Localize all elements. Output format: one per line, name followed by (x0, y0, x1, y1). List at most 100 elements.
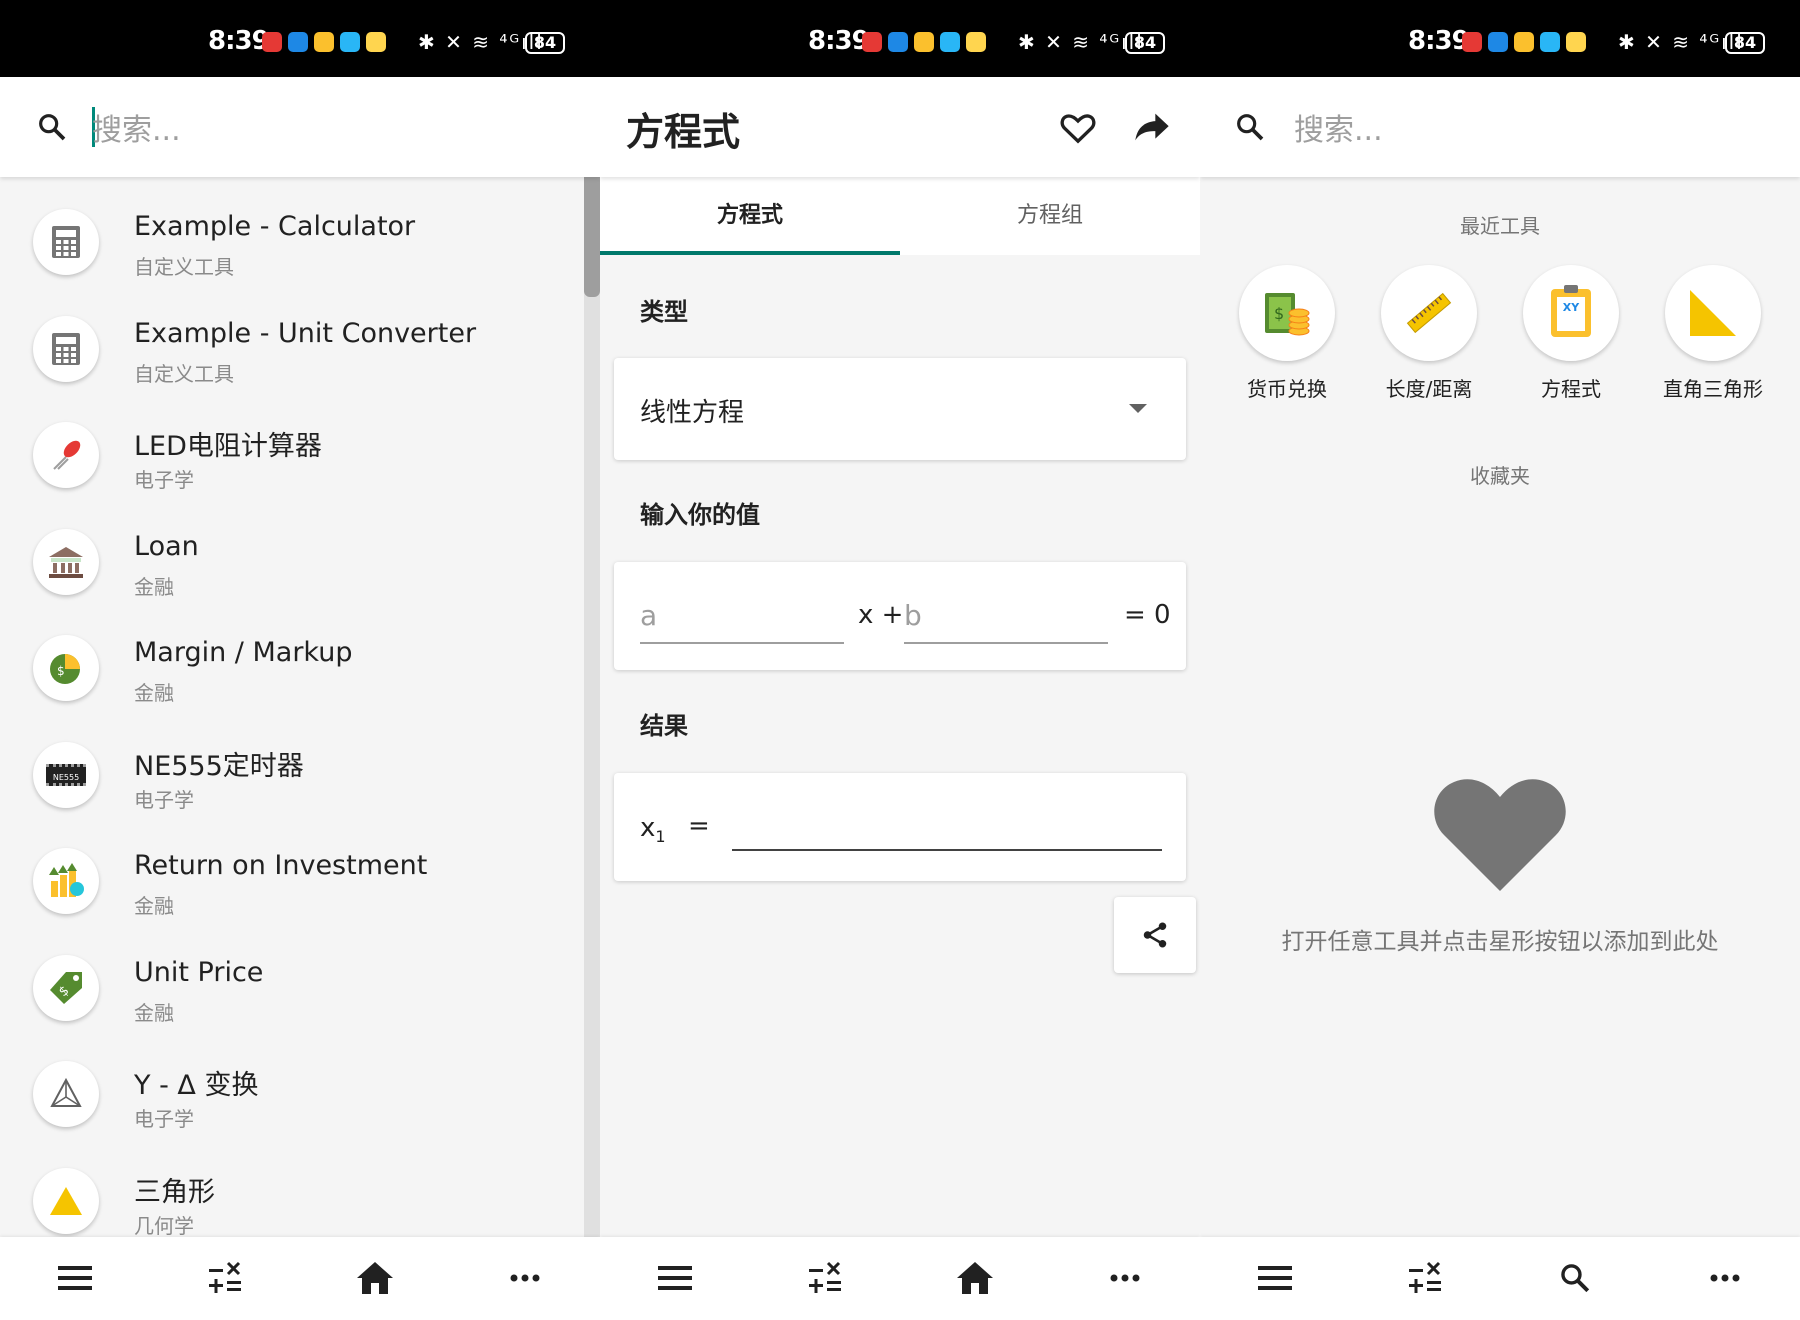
list-item-subtitle: 金融 (134, 681, 174, 705)
search-icon[interactable] (1234, 111, 1266, 143)
x-plus-label: x + (858, 600, 904, 630)
list-item[interactable]: NE555 NE555定时器 电子学 (0, 726, 600, 833)
home-icon[interactable] (952, 1255, 998, 1301)
chat-notification-icon (288, 32, 308, 52)
screenshot: 8:39 ✱ ✕ ≋ ⁴ᴳıll 84 搜索... Example - Calc… (0, 0, 1800, 1320)
search-input[interactable]: 搜索... (92, 105, 181, 149)
search-notification-icon (340, 32, 360, 52)
result-equals: = (688, 811, 710, 841)
clipboard-xy-text: XY (1557, 297, 1585, 331)
growth-icon (33, 848, 99, 914)
list-item[interactable]: $ Margin / Markup 金融 (0, 619, 600, 726)
result-variable-name: x (640, 813, 656, 843)
svg-text:$: $ (57, 664, 65, 678)
dropdown-arrow-icon (1129, 404, 1147, 413)
tab-indicator (600, 251, 900, 255)
status-bar: 8:39 ✱ ✕ ≋ ⁴ᴳıll 84 (0, 0, 600, 77)
search-bar[interactable]: 搜索... (0, 77, 600, 177)
app-notification-icon (862, 32, 882, 52)
menu-icon[interactable] (1252, 1255, 1298, 1301)
home-icon[interactable] (352, 1255, 398, 1301)
calculator-icon (33, 209, 99, 275)
mail-notification-icon (914, 32, 934, 52)
calculator-ops-icon[interactable] (202, 1255, 248, 1301)
more-icon[interactable] (1702, 1255, 1748, 1301)
tab-equation[interactable]: 方程式 (600, 177, 900, 255)
right-triangle-icon (1665, 265, 1761, 361)
equation-type-select[interactable]: 线性方程 (614, 358, 1186, 460)
app-notification-icon (262, 32, 282, 52)
recent-tool-equation[interactable]: XY 方程式 (1511, 265, 1631, 402)
search-icon[interactable] (36, 111, 68, 143)
list-item-subtitle: 自定义工具 (134, 255, 234, 279)
list-item-subtitle: 电子学 (134, 468, 194, 492)
mail-notification-icon (314, 32, 334, 52)
list-item[interactable]: Return on Investment 金融 (0, 832, 600, 939)
list-item[interactable]: Y - Δ 变换 电子学 (0, 1045, 600, 1152)
result-header: 结果 (640, 712, 688, 740)
recent-tool-currency[interactable]: $ 货币兑换 (1227, 265, 1347, 402)
list-item-title: Example - Unit Converter (134, 318, 477, 349)
heart-icon (1434, 779, 1566, 891)
recent-tool-label: 方程式 (1541, 377, 1601, 401)
menu-icon[interactable] (652, 1255, 698, 1301)
tools-list: Example - Calculator 自定义工具 Example - Uni… (0, 177, 600, 1238)
type-header: 类型 (640, 298, 688, 326)
list-item[interactable]: LED电阻计算器 电子学 (0, 406, 600, 513)
more-icon[interactable] (502, 1255, 548, 1301)
list-item-title: Margin / Markup (134, 637, 353, 668)
tab-equation-system[interactable]: 方程组 (900, 177, 1200, 255)
list-item-title: Loan (134, 531, 199, 562)
chip-label: NE555 (46, 764, 86, 786)
clipboard-xy-icon: XY (1523, 265, 1619, 361)
recent-tool-right-triangle[interactable]: 直角三角形 (1653, 265, 1773, 402)
bottom-navigation (1200, 1237, 1800, 1320)
battery-icon: 84 (1725, 32, 1765, 54)
svg-text:$: $ (1274, 304, 1284, 323)
home-screen: 8:39 ✱ ✕ ≋ ⁴ᴳıll 84 搜索... 最近工具 $ 货币兑换 长度… (1200, 0, 1800, 1320)
scrollbar-thumb[interactable] (584, 177, 600, 297)
search-icon[interactable] (1552, 1255, 1598, 1301)
recent-tool-length[interactable]: 长度/距离 (1369, 265, 1489, 402)
search-input[interactable]: 搜索... (1294, 105, 1383, 149)
list-item[interactable]: Loan 金融 (0, 513, 600, 620)
forward-icon[interactable] (1132, 107, 1172, 147)
list-item[interactable]: $ Unit Price 金融 (0, 939, 600, 1046)
list-item[interactable]: Example - Calculator 自定义工具 (0, 193, 600, 300)
tab-bar: 方程式 方程组 (600, 177, 1200, 255)
share-button[interactable] (1114, 897, 1196, 973)
list-item-subtitle: 金融 (134, 894, 174, 918)
heart-outline-icon[interactable] (1058, 107, 1098, 147)
list-item-subtitle: 电子学 (134, 788, 194, 812)
equation-type-value: 线性方程 (640, 398, 745, 428)
result-variable-subscript: 1 (655, 827, 666, 847)
scrollbar[interactable] (584, 177, 600, 1237)
calculator-icon (33, 316, 99, 382)
status-bar: 8:39 ✱ ✕ ≋ ⁴ᴳıll 84 (1200, 0, 1800, 77)
app-notification-icon (1462, 32, 1482, 52)
equals-zero-label: = 0 (1124, 600, 1171, 630)
game-notification-icon (366, 32, 386, 52)
menu-icon[interactable] (52, 1255, 98, 1301)
list-item[interactable]: Example - Unit Converter 自定义工具 (0, 300, 600, 407)
battery-icon: 84 (1125, 32, 1165, 54)
battery-icon: 84 (525, 32, 565, 54)
list-item-subtitle: 自定义工具 (134, 362, 234, 386)
list-item-title: 三角形 (134, 1177, 215, 1208)
clipboard-clip (1564, 285, 1578, 293)
price-tag-icon: $ (33, 955, 99, 1021)
recent-tool-label: 长度/距离 (1385, 377, 1473, 401)
calculator-ops-icon[interactable] (1402, 1255, 1448, 1301)
calculator-ops-icon[interactable] (802, 1255, 848, 1301)
search-bar[interactable]: 搜索... (1200, 77, 1800, 177)
list-item-title: Return on Investment (134, 850, 428, 881)
mail-notification-icon (1514, 32, 1534, 52)
coefficient-a-input[interactable]: a (640, 592, 844, 644)
more-icon[interactable] (1102, 1255, 1148, 1301)
result-variable: x1 (640, 813, 666, 846)
list-item-subtitle: 金融 (134, 575, 174, 599)
coefficient-b-input[interactable]: b (904, 592, 1108, 644)
status-time: 8:39 (208, 26, 270, 56)
chat-notification-icon (1488, 32, 1508, 52)
list-item-title: Example - Calculator (134, 211, 416, 242)
